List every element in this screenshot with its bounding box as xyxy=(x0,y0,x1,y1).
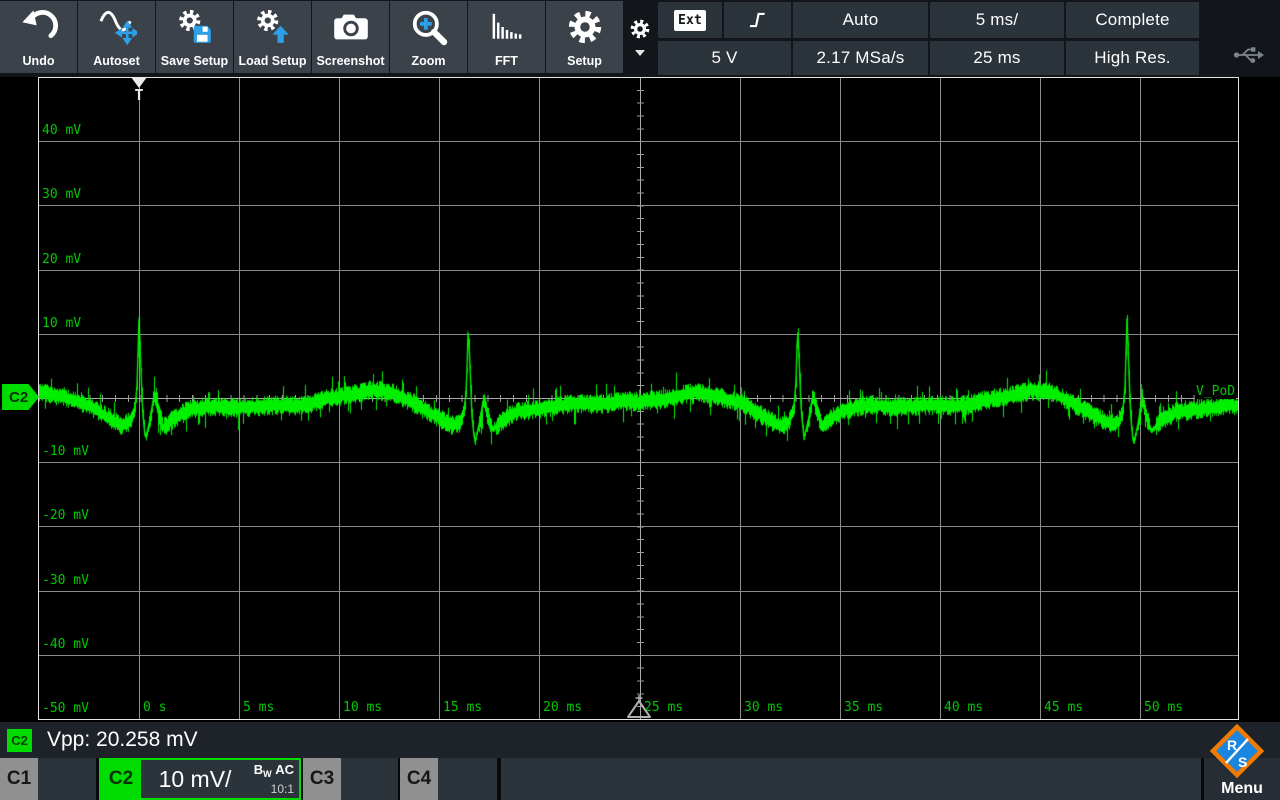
undo-icon xyxy=(20,8,58,46)
x-axis-label: 30 ms xyxy=(744,700,783,715)
x-axis-label: 50 ms xyxy=(1144,700,1183,715)
x-axis-label: 20 ms xyxy=(543,700,582,715)
channel-tab-c2[interactable]: C2 10 mV/ BW AC 10:1 xyxy=(99,758,301,800)
acquisition-time-cell[interactable]: 25 ms xyxy=(930,41,1064,75)
setup-button[interactable]: Setup xyxy=(546,1,623,73)
logo-letter-r: R xyxy=(1227,737,1237,753)
top-toolbar: Undo Autoset Save Setup xyxy=(0,0,1280,77)
x-axis-label: 10 ms xyxy=(343,700,382,715)
channel-tab-c4[interactable]: C4 xyxy=(400,758,438,800)
save-setup-icon xyxy=(175,8,215,46)
y-axis-label: -30 mV xyxy=(42,573,89,588)
undo-button[interactable]: Undo xyxy=(0,1,77,73)
y-axis-label: 10 mV xyxy=(42,316,81,331)
rising-edge-icon xyxy=(747,9,769,31)
logo-letter-s: S xyxy=(1238,754,1247,770)
sample-rate: 2.17 MSa/s xyxy=(817,48,905,68)
channel-info-c4[interactable] xyxy=(438,758,497,800)
channel-bar: C1 C2 10 mV/ BW AC 10:1 C3 C4 Menu xyxy=(0,758,1280,800)
measurement-bar[interactable]: C2 Vpp: 20.258 mV xyxy=(0,722,1280,758)
acquisition-state: Complete xyxy=(1095,10,1169,30)
load-setup-button[interactable]: Load Setup xyxy=(234,1,311,73)
y-axis-label: -40 mV xyxy=(42,637,89,652)
load-setup-label: Load Setup xyxy=(234,54,311,68)
usb-icon xyxy=(1233,43,1265,66)
channel-c2-label: C2 xyxy=(101,760,141,798)
timebase-cell[interactable]: 5 ms/ xyxy=(930,2,1064,38)
y-axis-label: -50 mV xyxy=(42,701,89,716)
quick-settings-button[interactable] xyxy=(622,1,658,73)
trigger-time-marker[interactable]: T xyxy=(131,77,147,103)
sample-rate-cell[interactable]: 2.17 MSa/s xyxy=(793,41,928,75)
acquisition-mode-cell[interactable]: High Res. xyxy=(1066,41,1199,75)
autoset-button[interactable]: Autoset xyxy=(78,1,155,73)
screenshot-icon xyxy=(331,8,371,46)
graticule-area: V_PoD 40 mV 30 mV 20 mV 10 mV -10 mV -20 mV -3… xyxy=(39,78,1238,719)
channel-c2-probe-ratio: 10:1 xyxy=(271,782,294,796)
setup-icon xyxy=(565,8,605,46)
channel-c2-scale: 10 mV/ xyxy=(141,760,249,798)
measurement-value: Vpp: 20.258 mV xyxy=(47,728,198,752)
undo-label: Undo xyxy=(0,54,77,68)
fft-label: FFT xyxy=(468,54,545,68)
waveform-display: V_PoD 40 mV 30 mV 20 mV 10 mV -10 mV -20 mV -3… xyxy=(0,77,1280,722)
channel-bar-filler xyxy=(501,758,1201,800)
load-setup-icon xyxy=(253,8,293,46)
c2-ground-marker-label: C2 xyxy=(9,389,28,406)
x-axis-label: 0 s xyxy=(143,700,166,715)
oscilloscope-screen: { "toolbar": { "buttons": [ {"label": "U… xyxy=(0,0,1280,800)
save-setup-label: Save Setup xyxy=(156,54,233,68)
channel-info-c3[interactable] xyxy=(341,758,398,800)
channel-c2-coupling: BW AC xyxy=(254,762,294,779)
measurement-channel-badge: C2 xyxy=(7,729,32,752)
zoom-label: Zoom xyxy=(390,54,467,68)
zoom-button[interactable]: Zoom xyxy=(390,1,467,73)
screenshot-button[interactable]: Screenshot xyxy=(312,1,389,73)
fft-button[interactable]: FFT xyxy=(468,1,545,73)
screenshot-label: Screenshot xyxy=(312,54,389,68)
x-axis-label: 5 ms xyxy=(243,700,274,715)
acquisition-time: 25 ms xyxy=(973,48,1020,68)
timebase: 5 ms/ xyxy=(976,10,1019,30)
pod-label: V_PoD xyxy=(1195,384,1236,399)
trigger-source-badge: Ext xyxy=(674,10,706,31)
x-axis-label: 15 ms xyxy=(443,700,482,715)
y-axis-label: -20 mV xyxy=(42,508,89,523)
trigger-source-cell[interactable]: Ext xyxy=(658,2,722,38)
acquisition-state-cell[interactable]: Complete xyxy=(1066,2,1199,38)
zoom-icon xyxy=(410,8,448,46)
trigger-level: 5 V xyxy=(711,48,737,68)
chevron-down-icon xyxy=(635,50,645,56)
fft-icon xyxy=(487,8,527,46)
y-axis-label: -10 mV xyxy=(42,444,89,459)
channel-tab-c1[interactable]: C1 xyxy=(0,758,38,800)
y-axis-label: 40 mV xyxy=(42,123,81,138)
trigger-mode: Auto xyxy=(843,10,879,30)
trigger-mode-cell[interactable]: Auto xyxy=(793,2,928,38)
rohde-schwarz-logo: R S xyxy=(1205,720,1269,786)
autoset-label: Autoset xyxy=(78,54,155,68)
x-axis-label: 35 ms xyxy=(844,700,883,715)
channel-tab-c3[interactable]: C3 xyxy=(303,758,341,800)
c2-ground-marker[interactable]: C2 xyxy=(2,384,39,410)
setup-label: Setup xyxy=(546,54,623,68)
x-axis-label: 45 ms xyxy=(1044,700,1083,715)
trigger-level-cell[interactable]: 5 V xyxy=(658,41,791,75)
y-axis-label: 20 mV xyxy=(42,252,81,267)
trigger-marker-label: T xyxy=(134,88,143,103)
channel-info-c1[interactable] xyxy=(38,758,96,800)
gear-small-icon xyxy=(629,18,651,40)
save-setup-button[interactable]: Save Setup xyxy=(156,1,233,73)
x-axis-label: 40 ms xyxy=(944,700,983,715)
trigger-position-marker[interactable] xyxy=(625,695,653,719)
graticule: V_PoD 40 mV 30 mV 20 mV 10 mV -10 mV -20 mV -3… xyxy=(38,77,1239,720)
acquisition-mode: High Res. xyxy=(1094,48,1170,68)
autoset-icon xyxy=(97,8,137,46)
y-axis-label: 30 mV xyxy=(42,187,81,202)
c2-waveform-trace xyxy=(39,78,1238,719)
trigger-slope-cell[interactable] xyxy=(724,2,791,38)
